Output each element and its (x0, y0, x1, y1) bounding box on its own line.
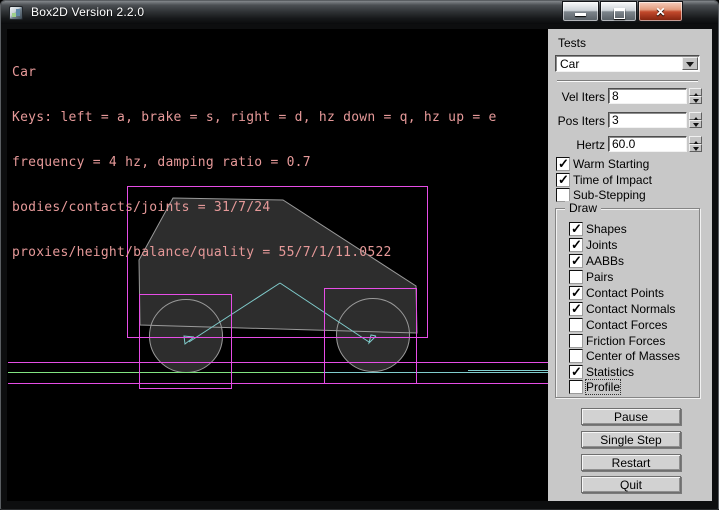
pos-iters-spinner (689, 112, 702, 128)
shapes-checkbox-icon (569, 222, 583, 236)
aabbs-checkbox-icon (569, 254, 583, 268)
draw-groupbox: Draw Shapes Joints AABBs Pairs Contact P… (555, 208, 700, 398)
single-step-button[interactable]: Single Step (581, 431, 681, 448)
pos-iters-up-button[interactable] (689, 112, 702, 120)
time-of-impact-label: Time of Impact (573, 173, 652, 187)
friction-forces-label: Friction Forces (586, 334, 665, 348)
maximize-button[interactable] (600, 1, 637, 22)
contact-points-label: Contact Points (586, 286, 664, 300)
hertz-input[interactable] (608, 136, 687, 152)
contact-forces-checkbox-icon (569, 318, 583, 332)
contact-normals-checkbox-icon (569, 302, 583, 316)
sub-stepping-checkbox-icon (556, 188, 570, 202)
close-button[interactable]: ✕ (638, 1, 683, 22)
hertz-spinner (689, 136, 702, 152)
statistics-checkbox-icon (569, 365, 583, 379)
vel-iters-label: Vel Iters (548, 90, 605, 104)
simulation-canvas[interactable]: Car Keys: left = a, brake = s, right = d… (7, 29, 548, 501)
tests-dropdown[interactable]: Car (555, 55, 700, 72)
pos-iters-input[interactable] (608, 112, 687, 128)
joints-label: Joints (586, 238, 617, 252)
hertz-up-button[interactable] (689, 136, 702, 144)
profile-checkbox-icon (569, 380, 583, 394)
hertz-label: Hertz (548, 138, 605, 152)
shapes-label: Shapes (586, 222, 627, 236)
vel-iters-up-button[interactable] (689, 88, 702, 96)
restart-button[interactable]: Restart (581, 454, 681, 471)
hud-frequency-line: frequency = 4 hz, damping ratio = 0.7 (12, 155, 497, 170)
statistics-label: Statistics (586, 365, 634, 379)
stats-hud: Car Keys: left = a, brake = s, right = d… (12, 35, 497, 290)
pairs-checkbox-icon (569, 270, 583, 284)
contact-points-checkbox-icon (569, 286, 583, 300)
vel-iters-down-button[interactable] (689, 96, 702, 104)
hud-proxies-line: proxies/height/balance/quality = 55/7/1/… (12, 245, 497, 260)
hertz-down-button[interactable] (689, 144, 702, 152)
hud-bodies-line: bodies/contacts/joints = 31/7/24 (12, 200, 497, 215)
window-title: Box2D Version 2.2.0 (31, 5, 144, 19)
dropdown-arrow-button[interactable] (682, 57, 698, 70)
center-of-masses-label: Center of Masses (586, 349, 680, 363)
friction-forces-checkbox-icon (569, 334, 583, 348)
aabbs-label: AABBs (586, 254, 624, 268)
minimize-button[interactable] (562, 1, 599, 22)
center-of-masses-checkbox-icon (569, 349, 583, 363)
joints-checkbox-icon (569, 238, 583, 252)
pause-button[interactable]: Pause (581, 408, 681, 425)
hud-test-title: Car (12, 65, 497, 80)
separator (557, 80, 698, 82)
vel-iters-spinner (689, 88, 702, 104)
time-of-impact-checkbox-icon (556, 173, 570, 187)
tests-label: Tests (558, 36, 586, 50)
draw-group-label: Draw (565, 201, 601, 215)
sub-stepping-label: Sub-Stepping (573, 188, 646, 202)
control-panel: Tests Car Vel Iters Pos Iters Hertz (548, 29, 712, 501)
pos-iters-down-button[interactable] (689, 120, 702, 128)
pos-iters-label: Pos Iters (548, 114, 605, 128)
app-icon (9, 6, 23, 20)
tests-dropdown-value: Car (560, 57, 579, 71)
minimize-icon (575, 13, 586, 16)
vel-iters-input[interactable] (608, 88, 687, 104)
hud-keys-line: Keys: left = a, brake = s, right = d, hz… (12, 110, 497, 125)
warm-starting-label: Warm Starting (573, 157, 649, 171)
app-window: Box2D Version 2.2.0 ✕ (0, 0, 719, 510)
pairs-label: Pairs (586, 270, 613, 284)
maximize-icon (614, 8, 625, 19)
contact-normals-label: Contact Normals (586, 302, 675, 316)
profile-label: Profile (586, 380, 620, 394)
close-icon: ✕ (639, 5, 682, 19)
contact-forces-label: Contact Forces (586, 318, 667, 332)
warm-starting-checkbox-icon (556, 157, 570, 171)
quit-button[interactable]: Quit (581, 476, 681, 493)
titlebar[interactable]: Box2D Version 2.2.0 ✕ (1, 1, 718, 24)
